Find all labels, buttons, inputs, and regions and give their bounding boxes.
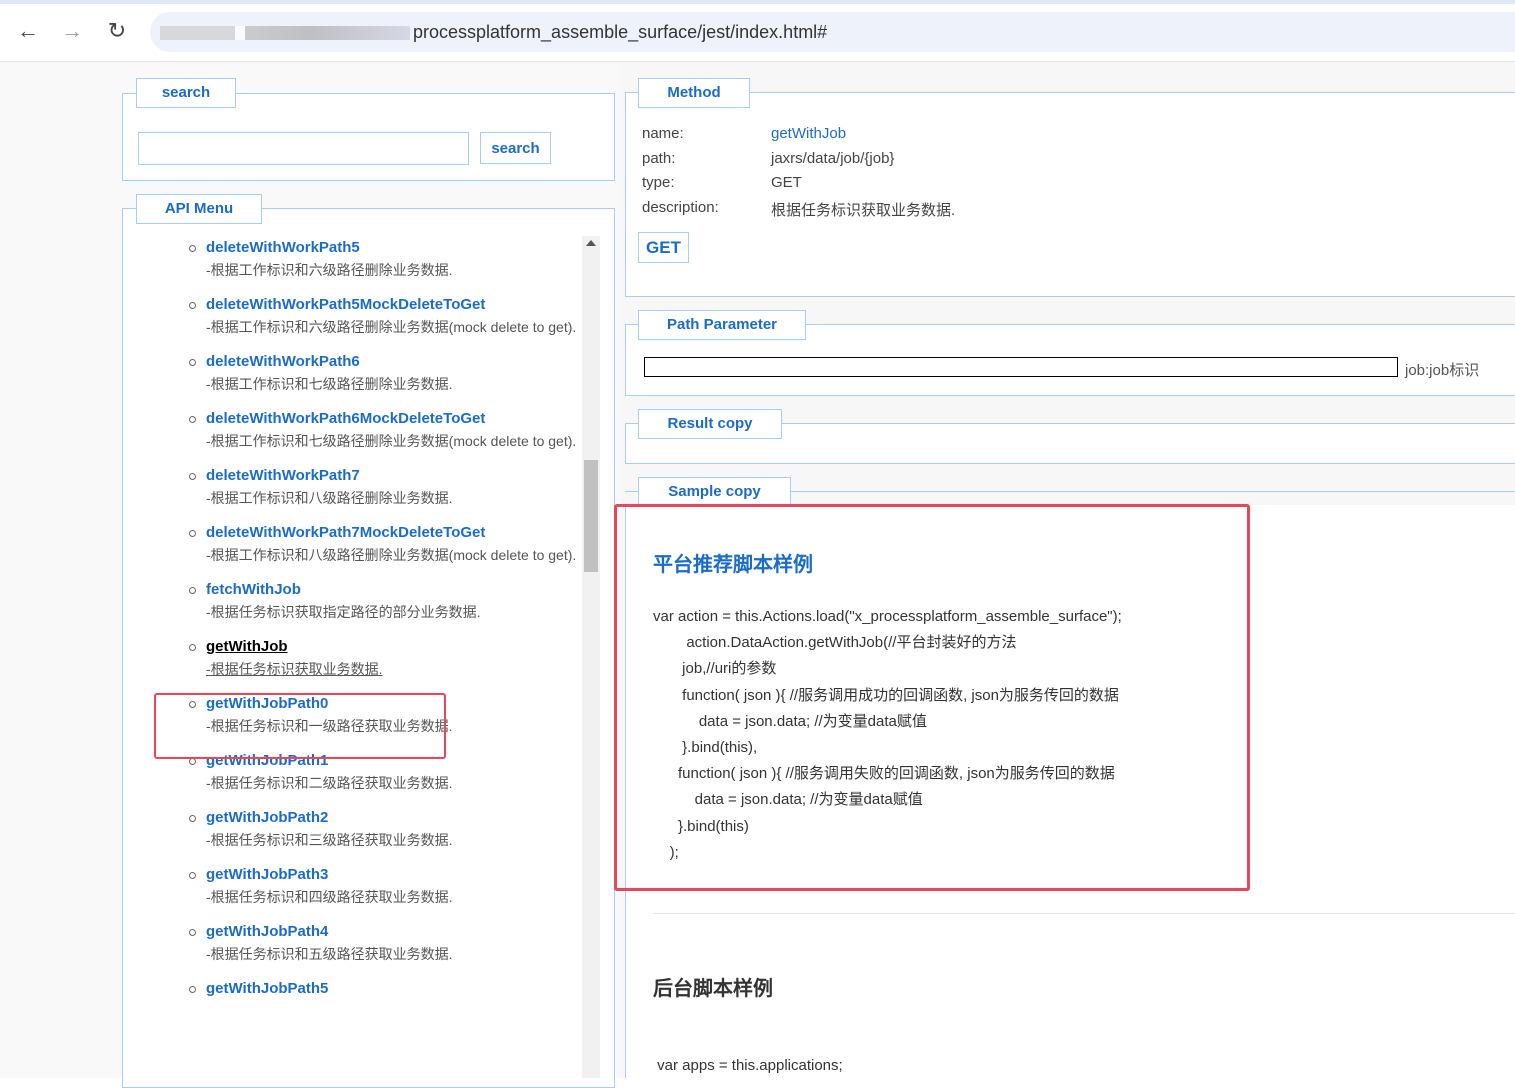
search-input[interactable] [138,132,469,165]
method-name: getWithJob [771,125,847,142]
method-path: jaxrs/data/job/{job} [771,150,895,167]
menu-item[interactable]: getWithJobPath3 -根据任务标识和四级路径获取业务数据. [123,863,581,908]
sample-copy-legend[interactable]: Sample copy [638,477,791,507]
menu-item-title[interactable]: getWithJobPath2 [206,807,328,829]
method-name-row: name: getWithJob [642,125,846,142]
tab-strip [0,0,1515,4]
menu-item-title[interactable]: getWithJobPath4 [206,921,328,943]
type-label: type: [642,174,675,191]
method-type: GET [771,174,802,191]
menu-item-desc: -根据工作标识和六级路径删除业务数据. [206,262,453,278]
backend-script-heading: 后台脚本样例 [653,978,773,1000]
menu-item[interactable]: getWithJob -根据任务标识获取业务数据. [123,635,581,680]
job-parameter-label: job:job标识 [1405,362,1480,379]
menu-item[interactable]: deleteWithWorkPath7MockDeleteToGet -根据工作标… [123,521,581,566]
sample-highlight [614,504,1250,891]
api-menu-list: deleteWithWorkPath5 -根据工作标识和六级路径删除业务数据. de… [123,236,581,1078]
menu-item-desc: -根据工作标识和八级路径删除业务数据. [206,490,453,506]
menu-item-desc: -根据任务标识获取业务数据. [206,661,383,677]
menu-item-desc: -根据任务标识和二级路径获取业务数据. [206,775,453,791]
method-description: 根据任务标识获取业务数据. [771,202,956,219]
path-label: path: [642,150,676,167]
menu-item-desc: -根据任务标识和五级路径获取业务数据. [206,946,453,962]
menu-item-title[interactable]: fetchWithJob [206,579,301,601]
search-legend: search [136,78,236,108]
path-parameter-legend: Path Parameter [638,310,806,340]
search-button[interactable]: search [480,132,551,164]
method-path-row: path: jaxrs/data/job/{job} [642,150,894,167]
menu-item-desc: -根据任务标识和三级路径获取业务数据. [206,832,453,848]
menu-item[interactable]: deleteWithWorkPath6 -根据工作标识和七级路径删除业务数据. [123,350,581,395]
menu-item-desc: -根据工作标识和六级路径删除业务数据(mock delete to get). [206,319,577,335]
menu-item[interactable]: fetchWithJob -根据任务标识获取指定路径的部分业务数据. [123,578,581,623]
scroll-up-arrow-icon[interactable] [586,240,596,246]
back-icon[interactable]: ← [14,18,42,44]
menu-scrollbar-thumb[interactable] [584,460,598,572]
desc-label: description: [642,199,719,216]
redacted-url-host [160,26,410,40]
menu-item[interactable]: deleteWithWorkPath5MockDeleteToGet -根据工作标… [123,293,581,338]
menu-item-desc: -根据任务标识和四级路径获取业务数据. [206,889,453,905]
menu-item-desc: -根据工作标识和七级路径删除业务数据. [206,376,453,392]
method-desc-row: description: 根据任务标识获取业务数据. [642,199,955,219]
menu-item[interactable]: getWithJobPath2 -根据任务标识和三级路径获取业务数据. [123,806,581,851]
menu-item-desc: -根据工作标识和七级路径删除业务数据(mock delete to get). [206,433,577,449]
menu-item-title[interactable]: deleteWithWorkPath7 [206,465,360,487]
menu-scrollbar[interactable] [582,236,600,1078]
menu-item[interactable]: deleteWithWorkPath7 -根据工作标识和八级路径删除业务数据. [123,464,581,509]
selected-item-highlight [154,693,446,759]
get-button[interactable]: GET [638,232,689,263]
menu-item-title[interactable]: getWithJob [206,636,288,658]
method-type-row: type: GET [642,174,802,191]
menu-item-title[interactable]: deleteWithWorkPath6 [206,351,360,373]
forward-icon[interactable]: → [58,18,86,44]
menu-item-desc: -根据任务标识获取指定路径的部分业务数据. [206,604,481,620]
menu-item[interactable]: getWithJobPath5 [123,977,581,1000]
menu-item-title[interactable]: getWithJobPath3 [206,864,328,886]
divider [653,913,1515,914]
method-legend: Method [638,78,750,108]
browser-toolbar: ← → ↻ processplatform_assemble_surface/j… [0,0,1515,62]
menu-item-desc: -根据工作标识和八级路径删除业务数据(mock delete to get). [206,547,577,563]
menu-item-title[interactable]: deleteWithWorkPath5 [206,237,360,259]
result-copy-legend[interactable]: Result copy [638,409,782,439]
api-menu-legend: API Menu [136,194,262,224]
menu-item[interactable]: deleteWithWorkPath6MockDeleteToGet -根据工作标… [123,407,581,452]
name-label: name: [642,125,684,142]
menu-item-title[interactable]: getWithJobPath5 [206,978,328,1000]
job-parameter-input[interactable] [644,357,1398,377]
url-text[interactable]: processplatform_assemble_surface/jest/in… [413,22,827,43]
menu-item-title[interactable]: deleteWithWorkPath6MockDeleteToGet [206,408,485,430]
menu-item-title[interactable]: deleteWithWorkPath7MockDeleteToGet [206,522,485,544]
reload-icon[interactable]: ↻ [103,18,131,44]
backend-code: var apps = this.applications; [653,1057,843,1074]
menu-item[interactable]: getWithJobPath4 -根据任务标识和五级路径获取业务数据. [123,920,581,965]
menu-item[interactable]: deleteWithWorkPath5 -根据工作标识和六级路径删除业务数据. [123,236,581,281]
method-fieldset [625,92,1515,297]
menu-item-title[interactable]: deleteWithWorkPath5MockDeleteToGet [206,294,485,316]
